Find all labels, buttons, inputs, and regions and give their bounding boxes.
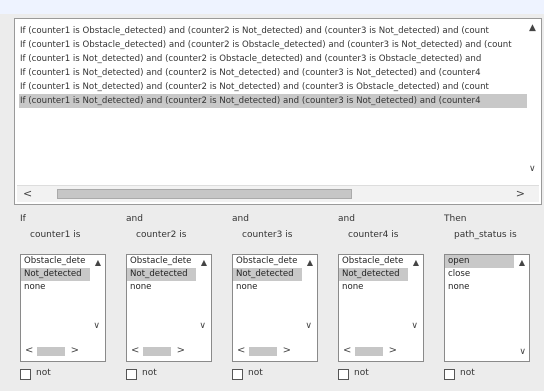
- scroll-left-icon[interactable]: <: [237, 345, 245, 356]
- rules-listbox[interactable]: If (counter1 is Obstacle_detected) and (…: [14, 18, 542, 205]
- scroll-left-icon[interactable]: <: [23, 187, 32, 200]
- scrollbar-thumb[interactable]: [249, 347, 277, 356]
- scroll-right-icon[interactable]: >: [71, 345, 79, 356]
- list-option[interactable]: none: [233, 281, 302, 294]
- list-option[interactable]: close: [445, 268, 514, 281]
- column-label: path_status is: [454, 230, 517, 240]
- scroll-up-icon[interactable]: ▲: [307, 258, 313, 267]
- rule-item[interactable]: If (counter1 is Not_detected) and (count…: [19, 66, 527, 80]
- list-option[interactable]: Obstacle_dete: [339, 255, 408, 268]
- rule-item-selected[interactable]: If (counter1 is Not_detected) and (count…: [19, 94, 527, 108]
- scroll-up-icon[interactable]: ▲: [95, 258, 101, 267]
- scroll-down-icon[interactable]: ∨: [411, 321, 418, 331]
- column-prefix: and: [338, 214, 355, 224]
- listbox-hscroll[interactable]: < >: [235, 345, 297, 359]
- scroll-down-icon[interactable]: ∨: [199, 321, 206, 331]
- scroll-left-icon[interactable]: <: [343, 345, 351, 356]
- list-option[interactable]: none: [127, 281, 196, 294]
- listbox-hscroll[interactable]: < >: [23, 345, 85, 359]
- scroll-right-icon[interactable]: >: [389, 345, 397, 356]
- scroll-left-icon[interactable]: <: [131, 345, 139, 356]
- scrollbar-thumb[interactable]: [57, 189, 352, 199]
- scroll-right-icon[interactable]: >: [177, 345, 185, 356]
- listbox-hscroll[interactable]: < >: [129, 345, 191, 359]
- list-option[interactable]: Obstacle_dete: [233, 255, 302, 268]
- scroll-up-icon[interactable]: ▲: [413, 258, 419, 267]
- top-title-strip: [0, 0, 544, 14]
- not-checkbox[interactable]: [126, 369, 137, 380]
- list-option-selected[interactable]: open: [445, 255, 514, 268]
- path-status-listbox[interactable]: open close none ▲ ∨: [444, 254, 530, 362]
- not-label: not: [142, 368, 157, 378]
- list-option[interactable]: none: [339, 281, 408, 294]
- rule-item[interactable]: If (counter1 is Not_detected) and (count…: [19, 52, 527, 66]
- counter2-listbox[interactable]: Obstacle_dete Not_detected none ▲ ∨ < >: [126, 254, 212, 362]
- list-option[interactable]: none: [21, 281, 90, 294]
- column-label: counter3 is: [242, 230, 293, 240]
- scroll-right-icon[interactable]: >: [283, 345, 291, 356]
- rules-list[interactable]: If (counter1 is Obstacle_detected) and (…: [19, 24, 527, 174]
- listbox-hscroll[interactable]: < >: [341, 345, 403, 359]
- list-option-selected[interactable]: Not_detected: [127, 268, 196, 281]
- not-checkbox[interactable]: [338, 369, 349, 380]
- column-label: counter1 is: [30, 230, 81, 240]
- scroll-left-icon[interactable]: <: [25, 345, 33, 356]
- scroll-down-icon[interactable]: ∨: [529, 164, 539, 176]
- scroll-down-icon[interactable]: ∨: [519, 347, 526, 357]
- scroll-up-icon[interactable]: ▲: [201, 258, 207, 267]
- horizontal-scrollbar[interactable]: < >: [17, 185, 539, 202]
- rule-item[interactable]: If (counter1 is Obstacle_detected) and (…: [19, 38, 527, 52]
- not-label: not: [460, 368, 475, 378]
- rule-item[interactable]: If (counter1 is Obstacle_detected) and (…: [19, 24, 527, 38]
- not-checkbox[interactable]: [20, 369, 31, 380]
- scroll-up-icon[interactable]: ▲: [519, 258, 525, 267]
- column-prefix: and: [126, 214, 143, 224]
- scroll-up-icon[interactable]: ▲: [529, 23, 539, 35]
- not-label: not: [248, 368, 263, 378]
- scrollbar-thumb[interactable]: [143, 347, 171, 356]
- list-option[interactable]: none: [445, 281, 514, 294]
- column-prefix: and: [232, 214, 249, 224]
- counter1-listbox[interactable]: Obstacle_dete Not_detected none ▲ ∨ < >: [20, 254, 106, 362]
- not-checkbox[interactable]: [444, 369, 455, 380]
- not-label: not: [36, 368, 51, 378]
- scrollbar-thumb[interactable]: [37, 347, 65, 356]
- list-option-selected[interactable]: Not_detected: [339, 268, 408, 281]
- scroll-down-icon[interactable]: ∨: [305, 321, 312, 331]
- not-checkbox[interactable]: [232, 369, 243, 380]
- counter4-listbox[interactable]: Obstacle_dete Not_detected none ▲ ∨ < >: [338, 254, 424, 362]
- column-label: counter4 is: [348, 230, 399, 240]
- list-option-selected[interactable]: Not_detected: [21, 268, 90, 281]
- scroll-right-icon[interactable]: >: [516, 187, 525, 200]
- not-label: not: [354, 368, 369, 378]
- list-option[interactable]: Obstacle_dete: [127, 255, 196, 268]
- column-label: counter2 is: [136, 230, 187, 240]
- rule-item[interactable]: If (counter1 is Not_detected) and (count…: [19, 80, 527, 94]
- scrollbar-thumb[interactable]: [355, 347, 383, 356]
- list-option[interactable]: Obstacle_dete: [21, 255, 90, 268]
- counter3-listbox[interactable]: Obstacle_dete Not_detected none ▲ ∨ < >: [232, 254, 318, 362]
- scroll-down-icon[interactable]: ∨: [93, 321, 100, 331]
- column-prefix: Then: [444, 214, 467, 224]
- column-prefix: If: [20, 214, 26, 224]
- list-option-selected[interactable]: Not_detected: [233, 268, 302, 281]
